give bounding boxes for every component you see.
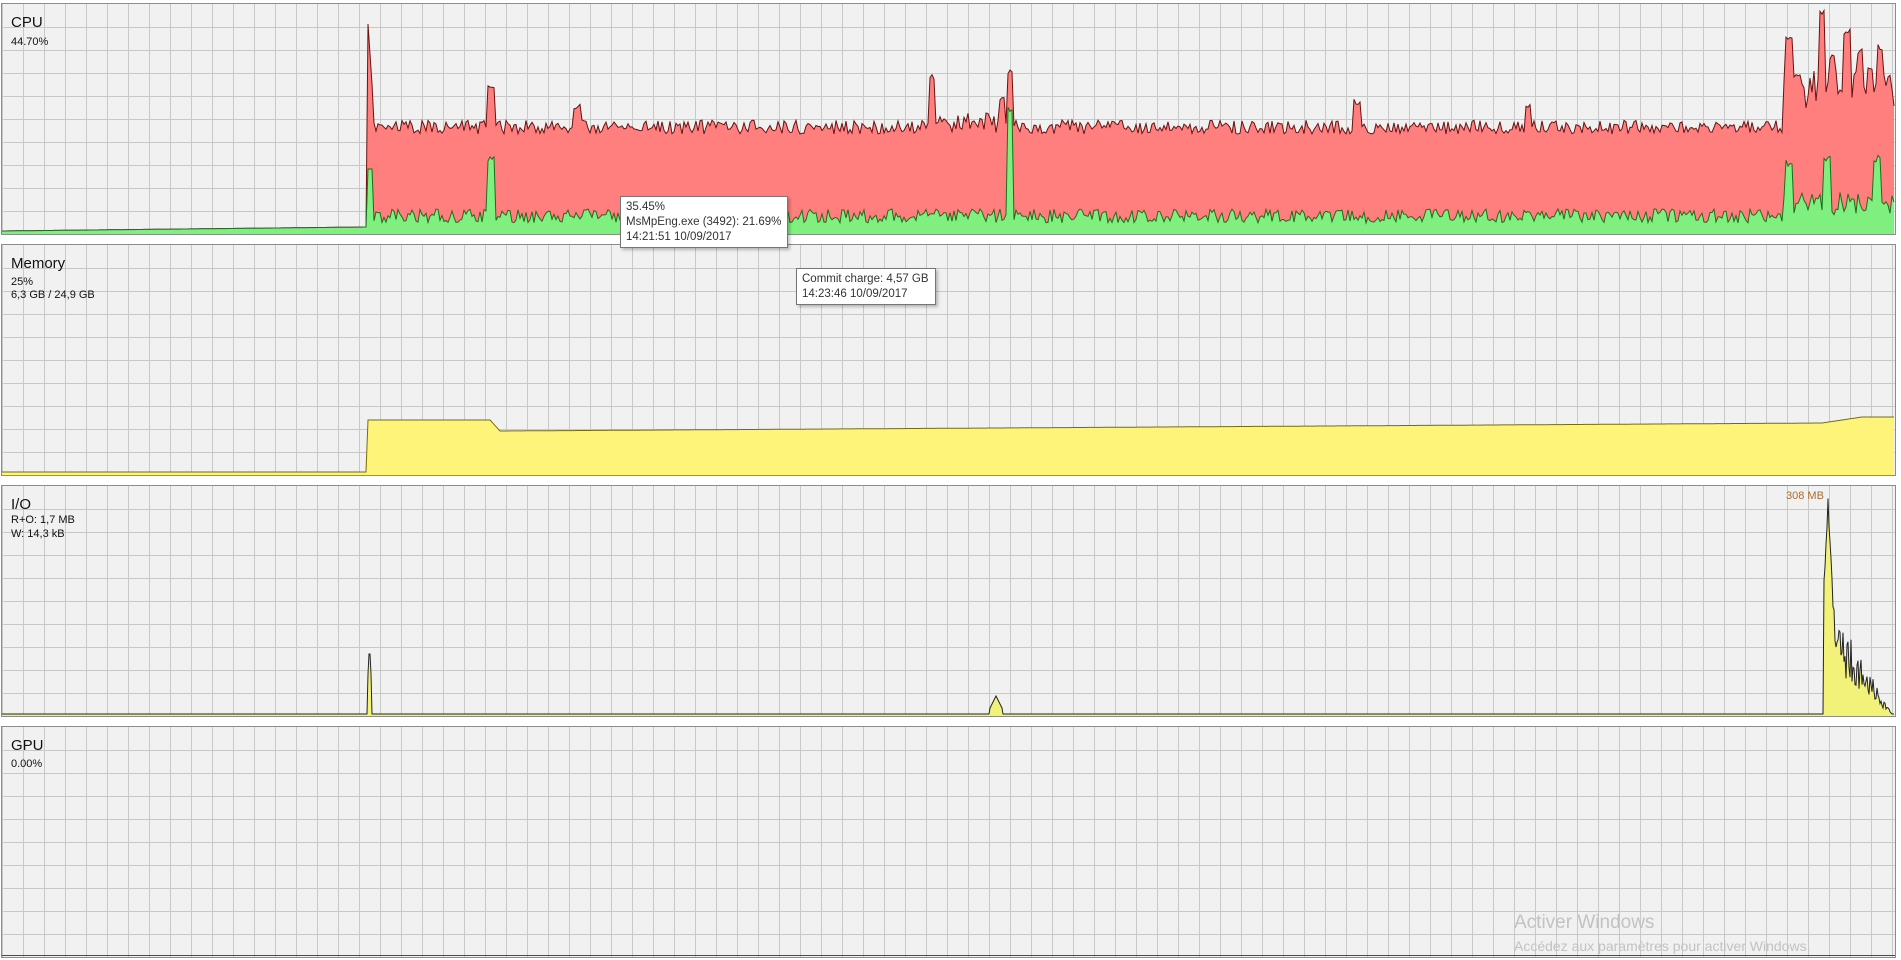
memory-tooltip-commit: Commit charge: 4,57 GB <box>802 273 929 285</box>
cpu-tooltip-process: MsMpEng.exe (3492): 21.69% <box>626 216 782 228</box>
io-graph[interactable] <box>2 486 1895 716</box>
gpu-usage-value: 0.00% <box>11 758 43 770</box>
cpu-title: CPU <box>11 14 43 31</box>
memory-tooltip-time: 14:23:46 10/09/2017 <box>802 288 908 300</box>
cpu-tooltip: 35.45% MsMpEng.exe (3492): 21.69% 14:21:… <box>620 196 789 248</box>
gpu-title: GPU <box>11 737 44 754</box>
cpu-usage-value: 44.70% <box>11 36 49 48</box>
io-write-value: W: 14,3 kB <box>11 528 65 540</box>
io-read-other-value: R+O: 1,7 MB <box>11 514 75 526</box>
io-peak-label: 308 MB <box>1786 490 1824 502</box>
io-graph-panel[interactable]: I/O R+O: 1,7 MB W: 14,3 kB 308 MB <box>1 485 1896 717</box>
memory-tooltip: Commit charge: 4,57 GB 14:23:46 10/09/20… <box>796 268 936 305</box>
cpu-tooltip-total: 35.45% <box>626 201 666 213</box>
io-grid <box>2 486 1895 716</box>
activation-watermark-subtitle: Accédez aux paramètres pour activer Wind… <box>1514 938 1811 954</box>
activation-watermark-title: Activer Windows <box>1514 912 1655 933</box>
memory-title: Memory <box>11 255 66 272</box>
memory-usage-value: 6,3 GB / 24,9 GB <box>11 289 95 301</box>
cpu-tooltip-time: 14:21:51 10/09/2017 <box>626 231 732 243</box>
memory-percent-value: 25% <box>11 276 34 288</box>
memory-graph-panel[interactable]: Memory 25% 6,3 GB / 24,9 GB <box>1 244 1896 476</box>
cpu-graph-panel[interactable]: CPU 44.70% <box>1 3 1896 235</box>
memory-graph[interactable] <box>2 245 1895 475</box>
io-title: I/O <box>11 496 32 513</box>
cpu-graph[interactable] <box>2 4 1895 234</box>
